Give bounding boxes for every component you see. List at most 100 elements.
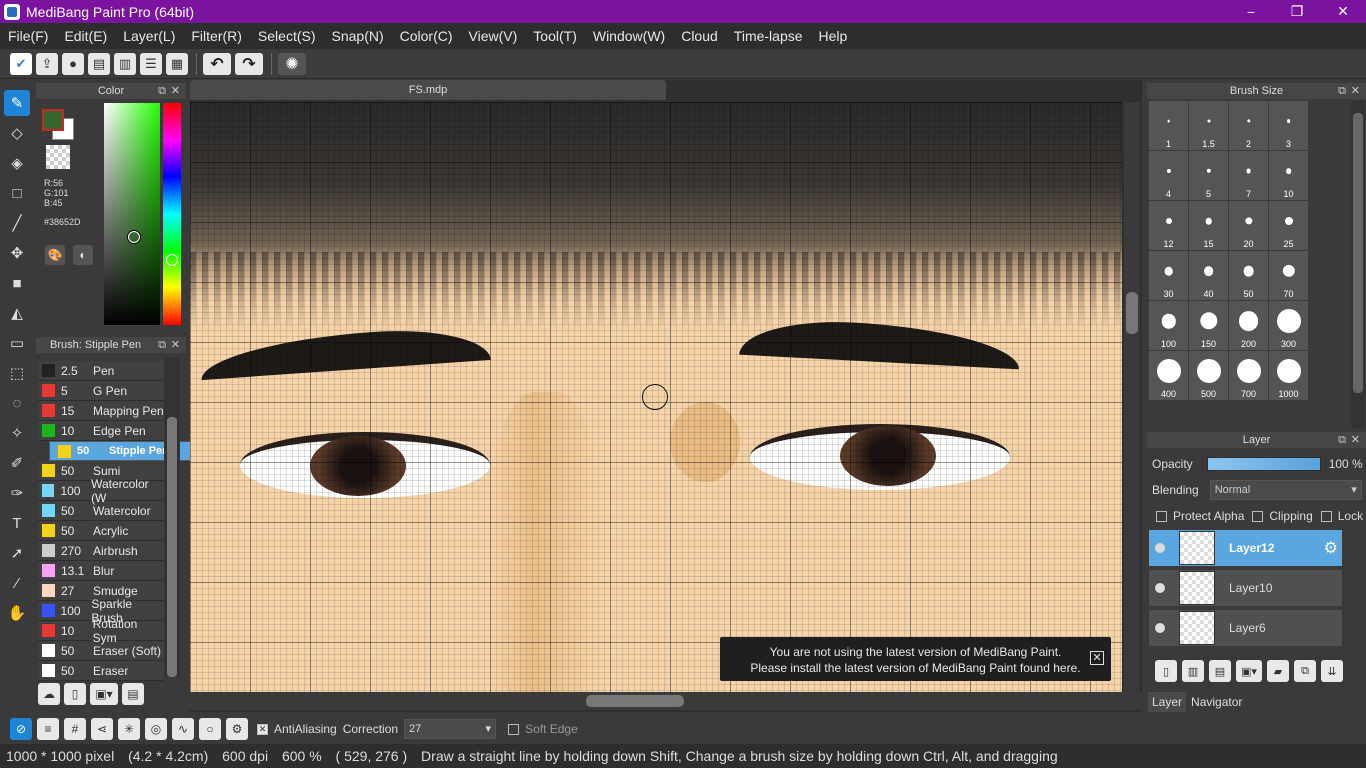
undo-icon[interactable]: ↶ bbox=[203, 52, 231, 75]
hue-cursor[interactable] bbox=[166, 254, 178, 266]
select-pen-icon[interactable]: ✐ bbox=[4, 450, 30, 476]
maximize-button[interactable]: ❐ bbox=[1274, 0, 1320, 23]
brush-size-cell[interactable]: 1 bbox=[1149, 101, 1188, 150]
document-tab[interactable]: FS.mdp bbox=[190, 80, 666, 100]
select-rect-icon[interactable]: ⬚ bbox=[4, 360, 30, 386]
parallel-snap-icon[interactable]: ≡ bbox=[37, 718, 59, 740]
visibility-icon[interactable] bbox=[1155, 543, 1165, 553]
scroll-thumb[interactable] bbox=[167, 417, 177, 677]
new-brush-icon[interactable]: ▯ bbox=[64, 683, 86, 705]
layer-row[interactable]: Layer10 bbox=[1149, 570, 1342, 608]
undock-icon[interactable]: ⧉ bbox=[158, 83, 166, 99]
brush-size-cell[interactable]: 12 bbox=[1149, 201, 1188, 250]
canvas-horizontal-scrollbar[interactable] bbox=[190, 692, 1142, 710]
menu-file[interactable]: File(F) bbox=[0, 23, 56, 49]
operation-tool-icon[interactable]: ➚ bbox=[4, 540, 30, 566]
concentric-snap-icon[interactable]: ◎ bbox=[145, 718, 167, 740]
select-eraser-icon[interactable]: ✑ bbox=[4, 480, 30, 506]
brush-list-item[interactable]: 270 Airbrush bbox=[38, 541, 164, 561]
brush-settings-icon[interactable]: ▤ bbox=[122, 683, 144, 705]
scroll-thumb[interactable] bbox=[586, 695, 684, 707]
brush-list-item[interactable]: 50 Eraser bbox=[38, 661, 164, 681]
snap-settings-icon[interactable]: ⚙ bbox=[226, 718, 248, 740]
gear-icon[interactable]: ⚙ bbox=[1324, 538, 1338, 558]
redo-icon[interactable]: ↷ bbox=[235, 52, 263, 75]
cloud-check-icon[interactable]: ✔ bbox=[10, 52, 32, 75]
opacity-slider[interactable] bbox=[1206, 457, 1321, 471]
brush-size-cell[interactable]: 30 bbox=[1149, 251, 1188, 300]
antialiasing-checkbox[interactable]: ✕ bbox=[257, 723, 268, 735]
eyedropper-tool-icon[interactable]: ⁄ bbox=[4, 570, 30, 596]
undock-icon[interactable]: ⧉ bbox=[1338, 83, 1346, 99]
brush-size-cell[interactable]: 15 bbox=[1189, 201, 1228, 250]
undock-icon[interactable]: ⧉ bbox=[158, 337, 166, 353]
comment-icon[interactable]: ▤ bbox=[88, 52, 110, 75]
brush-list-scrollbar[interactable] bbox=[164, 357, 180, 677]
close-panel-icon[interactable]: ✕ bbox=[171, 337, 180, 353]
undock-icon[interactable]: ⧉ bbox=[1338, 432, 1346, 448]
scroll-thumb[interactable] bbox=[1353, 113, 1363, 393]
add-layer-menu-icon[interactable]: ▣▾ bbox=[1236, 660, 1262, 682]
brush-size-cell[interactable]: 500 bbox=[1189, 351, 1228, 400]
menu-help[interactable]: Help bbox=[811, 23, 856, 49]
protect-alpha-checkbox[interactable] bbox=[1156, 510, 1167, 522]
menu-view[interactable]: View(V) bbox=[461, 23, 526, 49]
brush-size-cell[interactable]: 40 bbox=[1189, 251, 1228, 300]
menu-layer[interactable]: Layer(L) bbox=[115, 23, 183, 49]
no-snap-icon[interactable]: ⊘ bbox=[10, 718, 32, 740]
soft-edge-checkbox[interactable] bbox=[508, 723, 520, 735]
grid-snap-icon[interactable]: # bbox=[64, 718, 86, 740]
close-panel-icon[interactable]: ✕ bbox=[171, 83, 180, 99]
brush-size-cell[interactable]: 20 bbox=[1229, 201, 1268, 250]
layer-row[interactable]: Layer12 ⚙ bbox=[1149, 530, 1342, 568]
brush-size-cell[interactable]: 70 bbox=[1269, 251, 1308, 300]
blending-select[interactable]: Normal ▾ bbox=[1209, 480, 1362, 500]
new-layer-icon[interactable]: ▯ bbox=[1155, 660, 1177, 682]
line-tool-icon[interactable]: ╱ bbox=[4, 210, 30, 236]
menu-tool[interactable]: Tool(T) bbox=[525, 23, 585, 49]
visibility-icon[interactable] bbox=[1155, 583, 1165, 593]
share-icon[interactable]: ⇪ bbox=[36, 52, 58, 75]
hand-tool-icon[interactable]: ✋ bbox=[4, 600, 30, 626]
dot-eraser-icon[interactable]: ◈ bbox=[4, 150, 30, 176]
brush-size-cell[interactable]: 3 bbox=[1269, 101, 1308, 150]
brush-menu-icon[interactable]: ▣▾ bbox=[90, 683, 118, 705]
perspective-snap-icon[interactable]: ⋖ bbox=[91, 718, 113, 740]
menu-timelapse[interactable]: Time-lapse bbox=[726, 23, 811, 49]
canvas-vertical-scrollbar[interactable] bbox=[1124, 102, 1140, 692]
close-panel-icon[interactable]: ✕ bbox=[1351, 83, 1360, 99]
correction-select[interactable]: 27 ▾ bbox=[404, 719, 497, 739]
palette-icon[interactable]: 🎨 bbox=[45, 245, 65, 265]
brush-list-item[interactable]: 13.1 Blur bbox=[38, 561, 164, 581]
curve-snap-icon[interactable]: ∿ bbox=[172, 718, 194, 740]
menu-cloud[interactable]: Cloud bbox=[673, 23, 726, 49]
foreground-color-swatch[interactable] bbox=[42, 109, 64, 131]
brush-size-cell[interactable]: 100 bbox=[1149, 301, 1188, 350]
brush-size-cell[interactable]: 50 bbox=[1229, 251, 1268, 300]
close-notice-button[interactable]: ✕ bbox=[1090, 651, 1104, 665]
new-1bit-layer-icon[interactable]: ▤ bbox=[1209, 660, 1231, 682]
hue-slider[interactable] bbox=[163, 103, 181, 325]
eraser-tool-icon[interactable]: ◇ bbox=[4, 120, 30, 146]
brush-size-cell[interactable]: 7 bbox=[1229, 151, 1268, 200]
lock-checkbox[interactable] bbox=[1320, 510, 1332, 522]
update-notice[interactable]: You are not using the latest version of … bbox=[720, 637, 1111, 681]
brush-size-cell[interactable]: 400 bbox=[1149, 351, 1188, 400]
brush-list-item[interactable]: 5 G Pen bbox=[38, 381, 164, 401]
brush-size-cell[interactable]: 300 bbox=[1269, 301, 1308, 350]
brush-size-cell[interactable]: 2 bbox=[1229, 101, 1268, 150]
brush-size-cell[interactable]: 200 bbox=[1229, 301, 1268, 350]
folder-icon[interactable]: ▰ bbox=[1267, 660, 1289, 682]
tab-layer[interactable]: Layer bbox=[1148, 692, 1187, 712]
panel-layout-icon[interactable]: ▦ bbox=[166, 52, 188, 75]
menu-select[interactable]: Select(S) bbox=[250, 23, 324, 49]
gradient-tool-icon[interactable]: ▭ bbox=[4, 330, 30, 356]
brush-list-item[interactable]: 50 Watercolor bbox=[38, 501, 164, 521]
visibility-icon[interactable] bbox=[1155, 623, 1165, 633]
shape-tool-icon[interactable]: □ bbox=[4, 180, 30, 206]
brush-size-cell[interactable]: 1000 bbox=[1269, 351, 1308, 400]
speech-bubble-icon[interactable]: ● bbox=[62, 52, 84, 75]
color-picker-icon[interactable]: ◐ bbox=[73, 245, 93, 265]
brush-size-cell[interactable]: 5 bbox=[1189, 151, 1228, 200]
menu-edit[interactable]: Edit(E) bbox=[56, 23, 115, 49]
